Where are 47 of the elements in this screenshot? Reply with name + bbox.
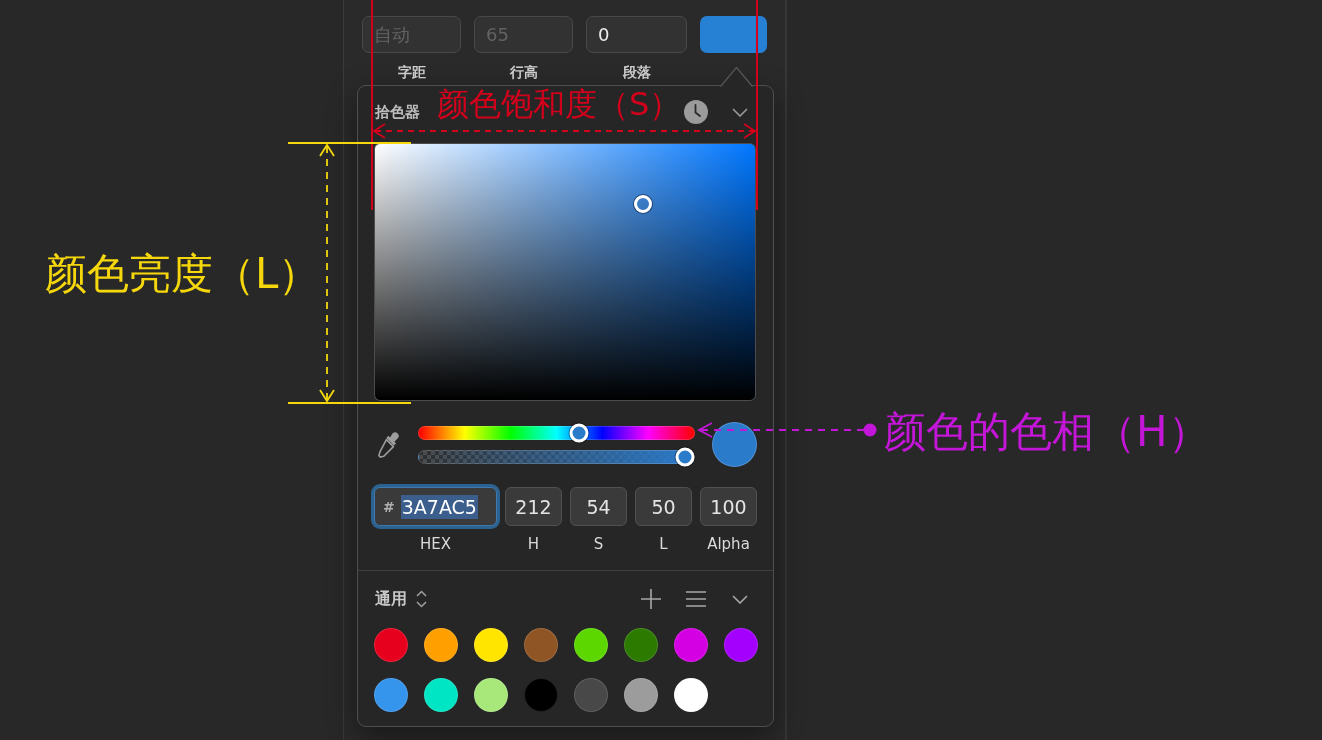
color-swatch[interactable] xyxy=(624,628,658,662)
color-swatch[interactable] xyxy=(574,628,608,662)
color-swatch[interactable] xyxy=(674,678,708,712)
chevron-down-icon[interactable] xyxy=(732,594,748,604)
color-swatch[interactable] xyxy=(574,678,608,712)
color-swatch[interactable] xyxy=(474,628,508,662)
number-input[interactable]: 100 xyxy=(700,487,757,526)
number-input[interactable]: 212 xyxy=(505,487,562,526)
hue-slider[interactable] xyxy=(418,425,695,440)
field-label: L xyxy=(658,535,669,553)
picker-thumb[interactable] xyxy=(633,194,652,213)
color-swatch[interactable] xyxy=(624,678,658,712)
field-label: 段落 xyxy=(622,63,651,82)
slider-thumb[interactable] xyxy=(675,447,694,466)
color-swatch[interactable] xyxy=(524,678,558,712)
color-swatch[interactable] xyxy=(674,628,708,662)
color-swatch-button[interactable] xyxy=(700,16,767,53)
annotation-text: 颜色饱和度（S） xyxy=(437,86,682,122)
chevron-down-icon[interactable] xyxy=(732,107,748,117)
alpha-slider[interactable] xyxy=(418,449,695,464)
number-input[interactable]: 50 xyxy=(635,487,692,526)
field-label: 字距 xyxy=(397,63,426,82)
annotation-text: 颜色的色相（H） xyxy=(884,409,1210,455)
clock-icon[interactable] xyxy=(684,100,708,124)
field-label: 行高 xyxy=(509,63,538,82)
popover-title: 拾色器 xyxy=(375,102,420,122)
up-down-chevron-icon[interactable] xyxy=(416,590,427,608)
color-swatch[interactable] xyxy=(424,628,458,662)
color-swatch[interactable] xyxy=(374,678,408,712)
color-swatch[interactable] xyxy=(424,678,458,712)
annotation-text: 颜色亮度（L） xyxy=(45,251,321,297)
field-label: S xyxy=(592,535,605,553)
slider-thumb[interactable] xyxy=(569,423,589,442)
color-swatch[interactable] xyxy=(474,678,508,712)
color-area[interactable] xyxy=(374,143,756,401)
input-field[interactable]: 0 xyxy=(586,16,687,53)
field-label: Alpha xyxy=(706,535,751,553)
color-swatch[interactable] xyxy=(374,628,408,662)
color-swatch[interactable] xyxy=(724,628,758,662)
palette-title[interactable]: 通用 xyxy=(375,589,407,609)
plus-icon[interactable] xyxy=(641,589,661,609)
number-input[interactable]: 54 xyxy=(570,487,627,526)
field-label: HEX xyxy=(418,535,452,553)
list-icon[interactable] xyxy=(686,591,706,607)
color-swatch[interactable] xyxy=(524,628,558,662)
field-label: H xyxy=(526,535,541,553)
hex-input[interactable]: # 3A7AC5 xyxy=(374,487,497,526)
